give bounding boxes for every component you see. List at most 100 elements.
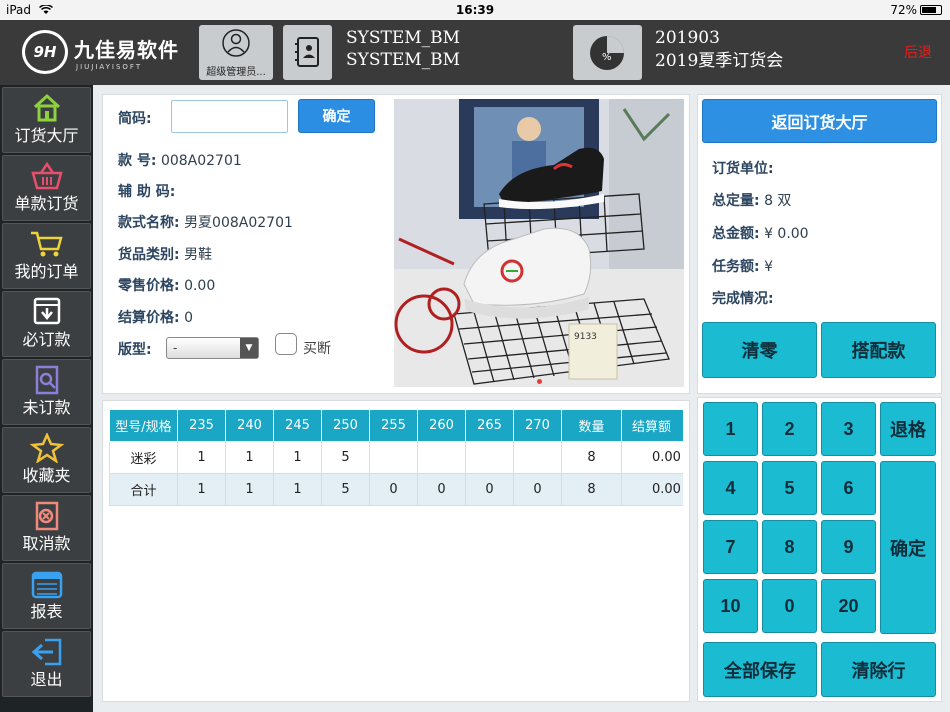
table-header-row: 型号/规格 235 240 245 250 255 260 265 270 数量… [109,409,683,442]
column-header: 250 [321,409,370,442]
size-table-panel: 型号/规格 235 240 245 250 255 260 265 270 数量… [102,400,690,702]
key-6-button[interactable]: 6 [821,461,876,515]
column-header: 270 [513,409,562,442]
total-amount-value: ¥ 0.00 [764,226,809,242]
key-1-button[interactable]: 1 [703,402,758,456]
product-info-panel: 简码: 确定 款 号: 008A02701 辅 助 码: 款式名称: 男夏008… [102,94,690,394]
qty-cell[interactable] [465,441,514,474]
column-header: 245 [273,409,322,442]
column-header: 型号/规格 [109,409,178,442]
total-cell: 5 [321,473,370,506]
key-2-button[interactable]: 2 [762,402,817,456]
product-photo[interactable]: 9133 [394,99,684,387]
home-icon [33,93,60,122]
qty-cell[interactable] [513,441,562,474]
qty-cell[interactable] [369,441,418,474]
return-to-hall-button[interactable]: 返回订货大厅 [702,99,937,143]
qty-cell[interactable] [417,441,466,474]
size-table[interactable]: 型号/规格 235 240 245 250 255 260 265 270 数量… [109,409,683,507]
sidebar-item-exit[interactable]: 退出 [2,631,91,697]
settle-price-row: 结算价格: 0 [118,310,193,326]
user-button[interactable]: 超级管理员... [199,25,273,80]
sidebar-item-reports[interactable]: 报表 [2,563,91,629]
table-row[interactable]: 迷彩 1 1 1 5 8 0.00 [109,441,683,474]
sidebar-item-not-ordered[interactable]: 未订款 [2,359,91,425]
key-4-button[interactable]: 4 [703,461,758,515]
color-cell: 迷彩 [109,441,178,474]
product-photo-illustration: 9133 [394,99,684,387]
sidebar-item-must-order[interactable]: 必订款 [2,291,91,357]
sidebar-item-favorites[interactable]: 收藏夹 [2,427,91,493]
completion-row: 完成情况: [712,291,774,307]
back-size-button[interactable]: 退格 [880,402,936,456]
back-link[interactable]: 后退 [904,42,932,62]
aux-code-row: 辅 助 码: [118,184,176,200]
code-input[interactable] [171,100,288,133]
quantity-cell: 8 [561,441,622,474]
sidebar-item-cancelled[interactable]: 取消款 [2,495,91,561]
total-quantity-cell: 8 [561,473,622,506]
save-all-button[interactable]: 全部保存 [703,642,817,697]
version-label: 版型: [118,342,152,358]
version-select[interactable]: - ▼ [166,337,259,359]
key-7-button[interactable]: 7 [703,520,758,574]
contacts-button[interactable] [283,25,332,80]
statistics-button[interactable]: % [573,25,642,80]
sidebar-item-label: 退出 [30,670,63,689]
qty-cell[interactable]: 1 [273,441,322,474]
buyout-checkbox[interactable] [275,333,297,355]
key-9-button[interactable]: 9 [821,520,876,574]
column-header: 265 [465,409,514,442]
qty-cell[interactable]: 5 [321,441,370,474]
key-10-button[interactable]: 10 [703,579,758,633]
keypad-confirm-button[interactable]: 确定 [880,461,936,634]
key-5-button[interactable]: 5 [762,461,817,515]
battery-status: 72% [890,3,942,17]
match-style-button[interactable]: 搭配款 [821,322,936,378]
keypad-panel: 1 2 3 退格 4 5 6 确定 7 8 9 10 0 20 全部保存 清除行 [697,397,942,702]
star-icon [29,433,64,463]
column-header: 260 [417,409,466,442]
total-cell: 1 [225,473,274,506]
key-0-button[interactable]: 0 [762,579,817,633]
clear-row-button[interactable]: 清除行 [821,642,936,697]
total-cell: 0 [513,473,562,506]
code-confirm-button[interactable]: 确定 [298,99,375,133]
total-qty-value: 8 双 [764,193,792,209]
download-icon [33,297,60,325]
calendar-icon [31,571,62,599]
key-3-button[interactable]: 3 [821,402,876,456]
amount-cell: 0.00 [621,441,683,474]
pie-chart-icon: % [590,36,624,70]
sidebar-item-label: 我的订单 [14,262,79,281]
sidebar-item-label: 必订款 [22,330,71,349]
column-header: 240 [225,409,274,442]
logo-text: 九佳易软件 [74,38,179,62]
chevron-down-icon: ▼ [240,338,258,358]
sidebar-item-label: 收藏夹 [22,466,71,485]
logo-mark: 9H [22,30,68,74]
cart-icon [30,231,63,257]
category-value: 男鞋 [184,247,213,263]
sidebar-item-single-order[interactable]: 单款订货 [2,155,91,221]
qty-cell[interactable]: 1 [177,441,226,474]
total-cell: 0 [417,473,466,506]
battery-icon [920,5,942,15]
svg-text:%: % [602,52,612,63]
search-doc-icon [35,365,58,395]
order-summary-panel: 返回订货大厅 订货单位: 总定量: 8 双 总金额: ¥ 0.00 任务额: ¥… [697,94,942,394]
buyout-label: 买断 [303,341,331,357]
order-unit-row: 订货单位: [712,161,774,177]
key-8-button[interactable]: 8 [762,520,817,574]
exit-icon [31,638,61,666]
cancel-doc-icon [35,501,58,531]
sidebar-item-order-hall[interactable]: 订货大厅 [2,87,91,153]
total-cell: 1 [177,473,226,506]
qty-cell[interactable]: 1 [225,441,274,474]
key-20-button[interactable]: 20 [821,579,876,633]
sidebar-item-my-orders[interactable]: 我的订单 [2,223,91,289]
clock: 16:39 [455,3,495,17]
table-total-row: 合计 1 1 1 5 0 0 0 0 8 0.00 [109,473,683,506]
clear-button[interactable]: 清零 [702,322,817,378]
column-header: 235 [177,409,226,442]
